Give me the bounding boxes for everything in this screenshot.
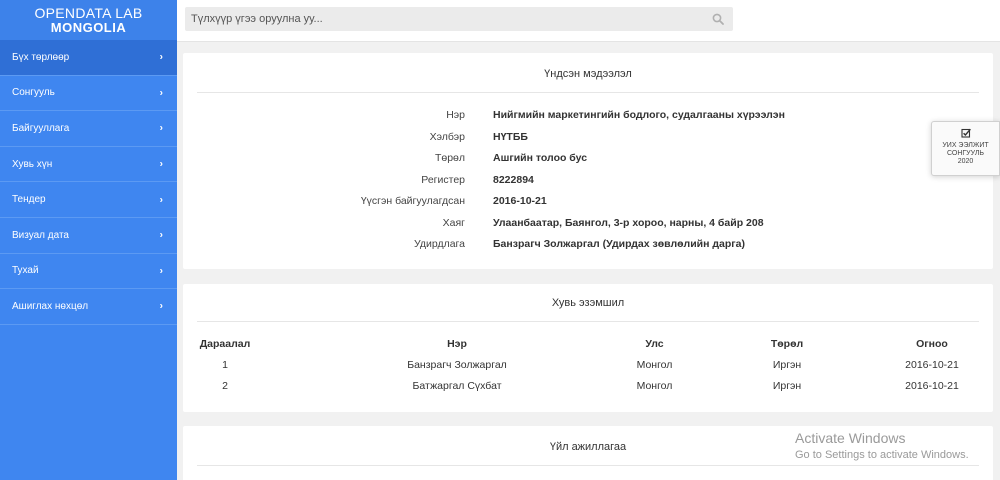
- sidebar-item-label: Тухай: [12, 265, 39, 277]
- table-cell: 2: [222, 380, 228, 392]
- sidebar-item-label: Сонгууль: [12, 87, 55, 99]
- column-header: Огноо: [916, 338, 948, 350]
- sidebar-item-organization[interactable]: Байгууллага ›: [0, 111, 177, 147]
- table-cell-name[interactable]: Батжаргал Сүхбат: [337, 380, 577, 392]
- info-row-form: Хэлбэр НҮТББ: [183, 131, 993, 149]
- brand-logo[interactable]: OPENDATA LAB MONGOLIA: [0, 0, 177, 40]
- sidebar-item-person[interactable]: Хувь хүн ›: [0, 147, 177, 183]
- info-label: Регистер: [421, 174, 465, 186]
- info-row-management: Удирдлага Банзрагч Золжаргал (Удирдах зө…: [183, 238, 993, 256]
- sidebar-item-about[interactable]: Тухай ›: [0, 254, 177, 290]
- basic-info-card: Үндсэн мэдээлэл Нэр Нийгмийн маркетингий…: [183, 53, 993, 269]
- sidebar-item-all-types[interactable]: Бүх төрлөөр ›: [0, 40, 177, 76]
- column-header: Улс: [645, 338, 664, 350]
- info-row-founded: Үүсгэн байгуулагдсан 2016-10-21: [183, 195, 993, 213]
- column-header: Дараалал: [199, 338, 251, 350]
- table-cell: 2016-10-21: [905, 380, 959, 392]
- search-bar: [185, 7, 733, 31]
- info-label: Удирдлага: [414, 238, 465, 250]
- info-value: 8222894: [493, 174, 534, 186]
- checkbox-icon: [960, 128, 971, 138]
- watermark-line1: Activate Windows: [795, 430, 906, 446]
- info-value[interactable]: Банзрагч Золжаргал (Удирдах зөвлөлийн да…: [493, 238, 745, 250]
- ownership-card: Хувь эзэмшил Дараалал Нэр Улс Төрөл Огно…: [183, 284, 993, 412]
- sidebar-item-label: Хувь хүн: [12, 158, 53, 170]
- column-header: Төрөл: [770, 338, 804, 350]
- sidebar-item-terms[interactable]: Ашиглах нөхцөл ›: [0, 289, 177, 325]
- column-header: Нэр: [447, 338, 467, 350]
- sidebar-item-label: Ашиглах нөхцөл: [12, 300, 89, 312]
- table-cell: Иргэн: [772, 380, 802, 392]
- table-cell: 2016-10-21: [905, 359, 959, 371]
- table-cell: Монгол: [636, 359, 673, 371]
- sidebar-item-label: Визуал дата: [12, 229, 69, 241]
- chevron-right-icon: ›: [159, 229, 163, 241]
- sidebar-item-election[interactable]: Сонгууль ›: [0, 76, 177, 112]
- table-cell: Монгол: [636, 380, 673, 392]
- topbar: [177, 0, 1000, 42]
- table-cell: Иргэн: [772, 359, 802, 371]
- activate-windows-watermark: Activate Windows Go to Settings to activ…: [795, 430, 969, 462]
- chevron-right-icon: ›: [159, 158, 163, 170]
- info-value: НҮТББ: [493, 131, 528, 143]
- widget-line3: 2020: [957, 158, 974, 165]
- sidebar-item-visual-data[interactable]: Визуал дата ›: [0, 218, 177, 254]
- chevron-right-icon: ›: [159, 265, 163, 277]
- divider: [197, 321, 979, 322]
- chevron-right-icon: ›: [159, 300, 163, 312]
- info-value: Ашгийн толоо бус: [493, 152, 588, 164]
- chevron-right-icon: ›: [159, 122, 163, 134]
- table-row: 1 Банзрагч Золжаргал Монгол Иргэн 2016-1…: [197, 355, 979, 376]
- info-row-type: Төрөл Ашгийн толоо бус: [183, 152, 993, 170]
- chevron-right-icon: ›: [159, 87, 163, 99]
- info-value: Нийгмийн маркетингийн бодлого, судалгаан…: [493, 109, 785, 121]
- info-row-address: Хаяг Улаанбаатар, Баянгол, 3-р хороо, на…: [183, 217, 993, 235]
- table-cell: 1: [222, 359, 228, 371]
- info-label: Нэр: [446, 109, 465, 121]
- chevron-right-icon: ›: [159, 194, 163, 206]
- election-2020-widget[interactable]: УИХ ЭЭЛЖИТ СОНГУУЛЬ 2020: [931, 121, 1000, 176]
- sidebar-item-label: Байгууллага: [12, 122, 70, 134]
- basic-info-title: Үндсэн мэдээлэл: [544, 68, 632, 80]
- search-input[interactable]: [185, 7, 705, 31]
- watermark-line2: Go to Settings to activate Windows.: [795, 449, 969, 461]
- info-row-name: Нэр Нийгмийн маркетингийн бодлого, судал…: [183, 109, 993, 127]
- search-icon[interactable]: [712, 13, 724, 25]
- ownership-table: Дараалал Нэр Улс Төрөл Огноо 1 Банзрагч …: [197, 334, 979, 397]
- widget-line1: УИХ ЭЭЛЖИТ: [942, 142, 989, 149]
- table-row: 2 Батжаргал Сүхбат Монгол Иргэн 2016-10-…: [197, 376, 979, 397]
- brand-line1: OPENDATA LAB: [34, 5, 143, 21]
- chevron-right-icon: ›: [159, 51, 163, 63]
- widget-line2: СОНГУУЛЬ: [946, 150, 985, 157]
- info-label: Үүсгэн байгуулагдсан: [360, 195, 465, 207]
- table-cell-name[interactable]: Банзрагч Золжаргал: [337, 359, 577, 371]
- sidebar-item-tender[interactable]: Тендер ›: [0, 182, 177, 218]
- info-label: Хаяг: [442, 217, 465, 229]
- sidebar-item-label: Тендер: [12, 194, 46, 206]
- sidebar: OPENDATA LAB MONGOLIA Бүх төрлөөр › Сонг…: [0, 0, 177, 480]
- divider: [197, 92, 979, 93]
- brand-line2: MONGOLIA: [50, 20, 127, 35]
- info-label: Хэлбэр: [429, 131, 465, 143]
- info-value: 2016-10-21: [493, 195, 547, 207]
- info-value: Улаанбаатар, Баянгол, 3-р хороо, нарны, …: [493, 217, 764, 229]
- info-row-register: Регистер 8222894: [183, 174, 993, 192]
- ownership-title: Хувь эзэмшил: [551, 297, 625, 309]
- sidebar-item-label: Бүх төрлөөр: [12, 51, 70, 63]
- info-label: Төрөл: [434, 152, 465, 164]
- table-header-row: Дараалал Нэр Улс Төрөл Огноо: [197, 334, 979, 355]
- divider: [197, 465, 979, 466]
